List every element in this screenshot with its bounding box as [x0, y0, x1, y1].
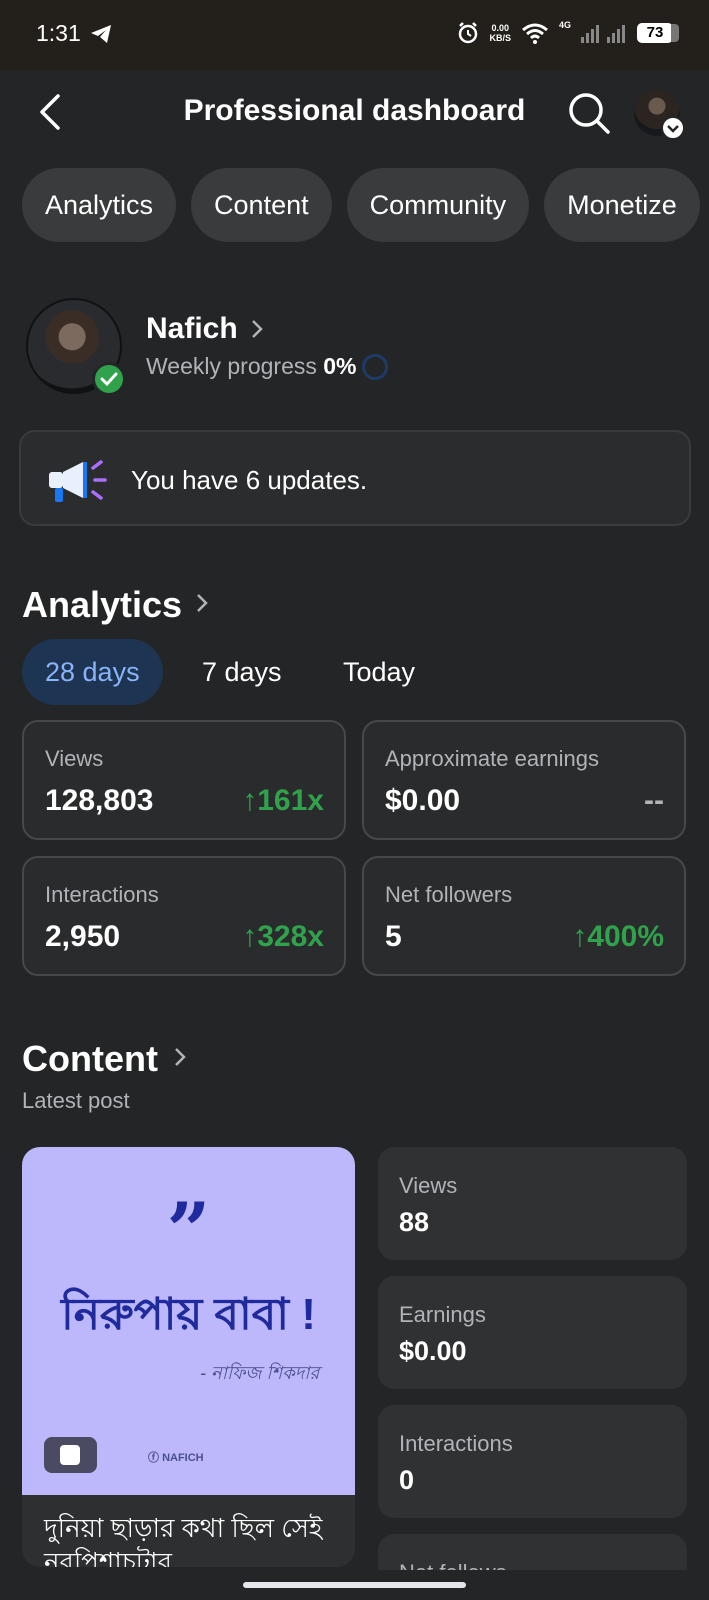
- dashboard-tabs: Analytics Content Community Monetize: [22, 168, 700, 242]
- signal-icon: [581, 25, 625, 43]
- stat-label: Earnings: [399, 1302, 486, 1327]
- chevron-down-icon[interactable]: [661, 116, 685, 140]
- net-speed: 0.00 KB/S: [489, 23, 511, 43]
- top-bar: Professional dashboard: [0, 70, 709, 154]
- metric-label: Views: [45, 746, 104, 771]
- post-brand-text: NAFICH: [162, 1452, 204, 1464]
- metric-change: ↑400%: [572, 920, 664, 954]
- chevron-right-icon[interactable]: [250, 318, 264, 340]
- quote-mark-icon: ”: [166, 1186, 211, 1275]
- tab-monetize[interactable]: Monetize: [544, 168, 700, 242]
- network-type: 4G: [558, 20, 571, 30]
- status-icons: 0.00 KB/S 4G 73: [457, 20, 679, 44]
- net-speed-value: 0.00: [491, 23, 509, 33]
- weekly-progress: Weekly progress 0%: [146, 353, 357, 380]
- latest-post-card[interactable]: ” নিরুপায় বাবা ! - নাফিজ শিকদার ⓕ NAFIC…: [22, 1147, 355, 1567]
- metric-change: ↑161x: [242, 784, 324, 818]
- arrow-up-icon: ↑: [242, 920, 258, 953]
- net-speed-unit: KB/S: [489, 33, 511, 43]
- stat-label: Interactions: [399, 1431, 513, 1456]
- photo-icon: [60, 1445, 80, 1465]
- updates-text: You have 6 updates.: [131, 465, 368, 495]
- search-icon[interactable]: [566, 90, 612, 136]
- metric-change-value: 328x: [257, 920, 324, 953]
- battery-icon: 73: [637, 23, 679, 43]
- metric-label: Approximate earnings: [385, 746, 600, 771]
- wifi-icon: [522, 23, 548, 44]
- metric-change: ↑328x: [242, 920, 324, 954]
- period-28-days[interactable]: 28 days: [22, 639, 163, 705]
- tab-analytics[interactable]: Analytics: [22, 168, 177, 242]
- alarm-icon: [459, 22, 478, 44]
- status-bar: 1:31 0.00 KB/S 4G 73: [0, 0, 709, 70]
- chevron-right-icon[interactable]: [195, 592, 209, 614]
- weekly-progress-value: 0%: [323, 353, 357, 379]
- period-today[interactable]: Today: [343, 639, 415, 705]
- latest-post-label: Latest post: [22, 1088, 130, 1113]
- stat-value: 88: [399, 1207, 430, 1237]
- home-indicator[interactable]: [243, 1582, 466, 1588]
- arrow-up-icon: ↑: [242, 784, 258, 817]
- metric-change-value: 161x: [257, 784, 324, 817]
- metric-change-value: 400%: [587, 920, 664, 953]
- post-headline: নিরুপায় বাবা !: [61, 1290, 316, 1339]
- stat-value: 0: [399, 1465, 415, 1495]
- metric-change-value: --: [644, 784, 664, 817]
- post-caption: দুনিয়া ছাড়ার কথা ছিল সেই নরপিশাচটার: [44, 1513, 323, 1567]
- metric-value: 5: [385, 920, 402, 953]
- profile-name[interactable]: Nafich: [146, 312, 238, 346]
- metric-value: $0.00: [385, 784, 461, 817]
- status-time: 1:31: [36, 20, 81, 46]
- photo-type-badge: [44, 1437, 97, 1473]
- tab-community[interactable]: Community: [346, 168, 530, 242]
- facebook-icon: ⓕ: [148, 1452, 159, 1464]
- period-7-days[interactable]: 7 days: [202, 639, 282, 705]
- stat-label: Views: [399, 1173, 458, 1198]
- telegram-icon: [91, 25, 111, 43]
- metric-views[interactable]: Views 128,803 ↑161x: [22, 720, 346, 840]
- metric-interactions[interactable]: Interactions 2,950 ↑328x: [22, 856, 346, 976]
- updates-card[interactable]: You have 6 updates.: [19, 430, 691, 526]
- analytics-heading[interactable]: Analytics: [22, 584, 182, 626]
- post-stat-earnings[interactable]: Earnings $0.00: [378, 1276, 687, 1389]
- metric-value: 2,950: [45, 920, 121, 953]
- post-stat-interactions[interactable]: Interactions 0: [378, 1405, 687, 1518]
- tab-content[interactable]: Content: [191, 168, 332, 242]
- post-signature: - নাফিজ শিকদার: [200, 1363, 320, 1383]
- weekly-progress-label: Weekly progress: [146, 353, 317, 379]
- post-brand: ⓕ NAFICH: [148, 1449, 204, 1465]
- arrow-up-icon: ↑: [572, 920, 588, 953]
- chevron-right-icon[interactable]: [173, 1046, 187, 1068]
- content-heading[interactable]: Content: [22, 1038, 158, 1080]
- metric-value: 128,803: [45, 784, 154, 817]
- metric-label: Net followers: [385, 882, 513, 907]
- progress-ring-icon: [362, 354, 388, 380]
- post-stat-views[interactable]: Views 88: [378, 1147, 687, 1260]
- metric-approximate-earnings[interactable]: Approximate earnings $0.00 --: [362, 720, 686, 840]
- metric-net-followers[interactable]: Net followers 5 ↑400%: [362, 856, 686, 976]
- stat-value: $0.00: [399, 1336, 467, 1366]
- post-image: ” নিরুপায় বাবা ! - নাফিজ শিকদার ⓕ NAFIC…: [22, 1147, 355, 1495]
- metric-label: Interactions: [45, 882, 159, 907]
- megaphone-icon: [49, 460, 107, 502]
- verified-check-icon: [92, 362, 126, 396]
